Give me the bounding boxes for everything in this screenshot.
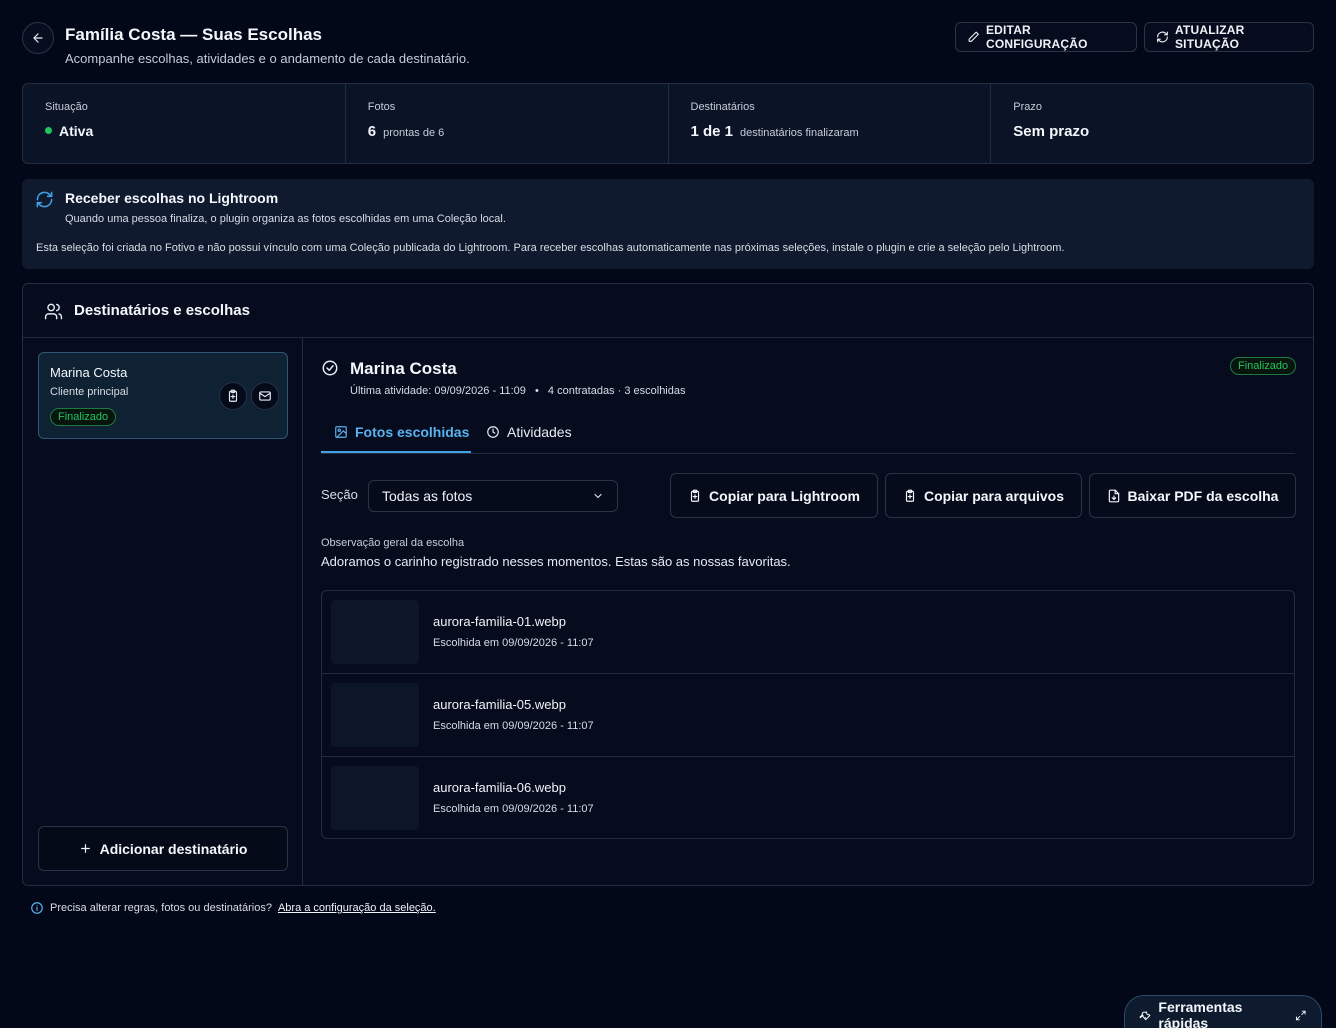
recipients-card: Destinatários e escolhas Marina Costa Cl… bbox=[22, 283, 1314, 886]
arrow-left-icon bbox=[33, 33, 43, 43]
notice-body: Esta seleção foi criada no Fotivo e não … bbox=[36, 242, 1065, 254]
plus-icon bbox=[80, 844, 90, 853]
section-label: Seção bbox=[321, 487, 358, 502]
copy-lightroom-label: Copiar para Lightroom bbox=[709, 487, 860, 504]
recipient-role: Cliente principal bbox=[50, 386, 129, 398]
stat-recipients-label: Destinatários bbox=[690, 101, 755, 113]
refresh-status-label: ATUALIZAR SITUAÇÃO bbox=[1174, 23, 1245, 51]
stats-bar: Situação Ativa Fotos 6 prontas de 6 Dest… bbox=[22, 83, 1314, 164]
image-icon bbox=[335, 426, 347, 438]
copy-recipient-button[interactable] bbox=[219, 382, 247, 410]
photo-filename: aurora-familia-06.webp bbox=[433, 780, 566, 795]
photo-row[interactable]: aurora-familia-01.webp Escolhida em 09/0… bbox=[322, 591, 1294, 674]
add-recipient-label: Adicionar destinatário bbox=[99, 840, 248, 857]
tab-chosen-photos[interactable]: Fotos escolhidas bbox=[334, 424, 469, 440]
card-title: Destinatários e escolhas bbox=[74, 302, 250, 319]
chosen-photo-list: aurora-familia-01.webp Escolhida em 09/0… bbox=[321, 590, 1295, 839]
back-button[interactable] bbox=[22, 22, 54, 54]
mail-icon bbox=[259, 391, 271, 401]
stat-photos-label: Fotos bbox=[367, 101, 396, 113]
photo-thumbnail bbox=[331, 683, 419, 747]
chevron-down-icon bbox=[594, 493, 602, 499]
check-circle-icon bbox=[321, 359, 339, 377]
photo-thumbnail bbox=[331, 766, 419, 830]
tab-activities-label: Atividades bbox=[507, 424, 572, 440]
recipient-status-badge: Finalizado bbox=[50, 408, 117, 426]
photo-chosen-date: Escolhida em 09/09/2026 - 11:07 bbox=[433, 803, 594, 815]
edit-config-button[interactable]: EDITAR CONFIGURAÇÃO bbox=[955, 22, 1137, 52]
email-recipient-button[interactable] bbox=[251, 382, 279, 410]
tab-chosen-photos-label: Fotos escolhidas bbox=[355, 424, 470, 440]
observation-label: Observação geral da escolha bbox=[321, 537, 465, 549]
recipient-name: Marina Costa bbox=[50, 365, 128, 380]
meta-separator: • bbox=[534, 385, 539, 397]
footer-note: Precisa alterar regras, fotos ou destina… bbox=[30, 901, 436, 915]
stat-deadline: Prazo Sem prazo bbox=[991, 84, 1313, 163]
photo-thumbnail bbox=[331, 600, 419, 664]
notice-subtitle: Quando uma pessoa finaliza, o plugin org… bbox=[65, 213, 506, 225]
clipboard-copy-icon bbox=[690, 489, 700, 502]
stat-photos-suffix: prontas de 6 bbox=[383, 127, 445, 139]
last-activity: Última atividade: 09/09/2026 - 11:09 bbox=[350, 385, 526, 397]
clipboard-icon bbox=[228, 389, 238, 402]
stat-recipients-suffix: destinatários finalizaram bbox=[740, 127, 859, 139]
photo-chosen-date: Escolhida em 09/09/2026 - 11:07 bbox=[433, 637, 594, 649]
active-tab-indicator bbox=[321, 451, 471, 453]
stat-deadline-label: Prazo bbox=[1013, 101, 1042, 113]
detail-status-badge: Finalizado bbox=[1230, 357, 1297, 375]
clipboard-copy-icon bbox=[905, 489, 915, 502]
stat-status: Situação Ativa bbox=[23, 84, 346, 163]
stat-recipients-value: 1 de 1 bbox=[690, 123, 734, 140]
file-download-icon bbox=[1108, 489, 1119, 502]
open-config-link[interactable]: Abra a configuração da seleção. bbox=[278, 902, 436, 914]
footer-note-text: Precisa alterar regras, fotos ou destina… bbox=[50, 902, 272, 914]
stat-photos-value: 6 bbox=[367, 123, 377, 140]
card-header: Destinatários e escolhas bbox=[23, 284, 1313, 338]
photo-filename: aurora-familia-01.webp bbox=[433, 614, 566, 629]
download-pdf-button[interactable]: Baixar PDF da escolha bbox=[1089, 473, 1296, 518]
edit-config-label: EDITAR CONFIGURAÇÃO bbox=[985, 23, 1088, 51]
refresh-icon bbox=[1157, 31, 1168, 43]
status-dot-icon bbox=[45, 127, 52, 134]
detail-meta: Última atividade: 09/09/2026 - 11:09 • 4… bbox=[350, 385, 686, 397]
sync-icon bbox=[35, 190, 54, 209]
recipient-item[interactable]: Marina Costa Cliente principal Finalizad… bbox=[38, 352, 288, 439]
quick-tools-button[interactable]: Ferramentas rápidas bbox=[1124, 995, 1322, 1028]
photo-chosen-date: Escolhida em 09/09/2026 - 11:07 bbox=[433, 720, 594, 732]
stat-status-label: Situação bbox=[45, 101, 88, 113]
info-icon bbox=[31, 902, 43, 914]
copy-files-label: Copiar para arquivos bbox=[923, 487, 1065, 504]
section-select-value: Todas as fotos bbox=[382, 488, 473, 504]
add-recipient-button[interactable]: Adicionar destinatário bbox=[38, 826, 288, 871]
stat-status-value: Ativa bbox=[59, 123, 94, 139]
photo-row[interactable]: aurora-familia-06.webp Escolhida em 09/0… bbox=[322, 757, 1294, 840]
observation-text: Adoramos o carinho registrado nesses mom… bbox=[321, 554, 791, 569]
quick-tools-label: Ferramentas rápidas bbox=[1158, 999, 1243, 1028]
clock-icon bbox=[487, 426, 499, 438]
page-title: Família Costa — Suas Escolhas bbox=[65, 25, 322, 44]
wrench-icon bbox=[1139, 1011, 1151, 1021]
tab-activities[interactable]: Atividades bbox=[486, 424, 572, 440]
notice-title: Receber escolhas no Lightroom bbox=[65, 190, 279, 206]
lightroom-notice: Receber escolhas no Lightroom Quando uma… bbox=[22, 179, 1314, 269]
recipients-sidebar: Marina Costa Cliente principal Finalizad… bbox=[23, 338, 303, 886]
stat-recipients: Destinatários 1 de 1 destinatários final… bbox=[669, 84, 992, 163]
page-subtitle: Acompanhe escolhas, atividades e o andam… bbox=[65, 51, 470, 66]
photo-counts: 4 contratadas · 3 escolhidas bbox=[547, 385, 686, 397]
expand-icon bbox=[1296, 1010, 1307, 1020]
copy-files-button[interactable]: Copiar para arquivos bbox=[885, 473, 1082, 518]
section-select[interactable]: Todas as fotos bbox=[368, 480, 618, 512]
detail-recipient-name: Marina Costa bbox=[350, 359, 457, 378]
refresh-status-button[interactable]: ATUALIZAR SITUAÇÃO bbox=[1144, 22, 1314, 52]
copy-lightroom-button[interactable]: Copiar para Lightroom bbox=[670, 473, 878, 518]
photo-row[interactable]: aurora-familia-05.webp Escolhida em 09/0… bbox=[322, 674, 1294, 757]
users-icon bbox=[44, 302, 63, 321]
stat-photos: Fotos 6 prontas de 6 bbox=[346, 84, 669, 163]
pencil-icon bbox=[968, 31, 979, 42]
download-pdf-label: Baixar PDF da escolha bbox=[1127, 487, 1279, 504]
tabs-divider bbox=[321, 453, 1295, 454]
photo-filename: aurora-familia-05.webp bbox=[433, 697, 566, 712]
stat-deadline-value: Sem prazo bbox=[1013, 123, 1090, 140]
